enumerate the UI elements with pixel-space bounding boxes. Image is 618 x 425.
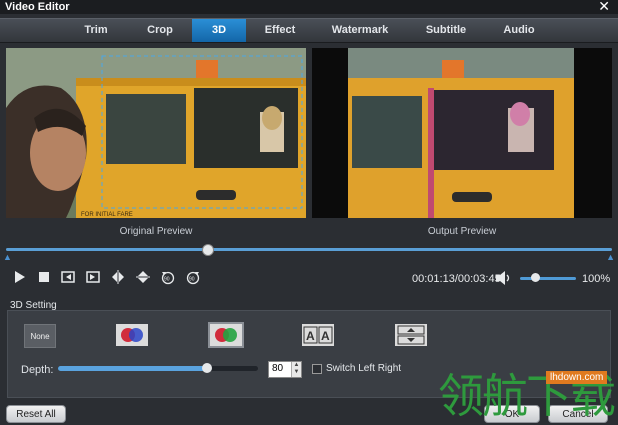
timeline-playhead[interactable] <box>202 244 214 256</box>
timeline-slider[interactable]: ▲ ▲ <box>3 244 615 262</box>
svg-text:90: 90 <box>164 277 170 283</box>
side-by-side-icon: AA <box>302 324 334 346</box>
tab-3d[interactable]: 3D <box>192 19 246 42</box>
mode-none-button[interactable]: None <box>24 324 56 348</box>
stepper-arrows-icon[interactable]: ▲ ▼ <box>291 362 301 377</box>
mode-side-by-side-button[interactable]: AA <box>302 324 334 346</box>
svg-text:90: 90 <box>189 277 195 283</box>
flip-horizontal-icon[interactable] <box>108 267 128 287</box>
reset-all-button[interactable]: Reset All <box>6 405 66 423</box>
svg-text:A: A <box>321 329 330 343</box>
tab-trim[interactable]: Trim <box>68 19 124 42</box>
tab-effect[interactable]: Effect <box>252 19 308 42</box>
depth-slider-knob[interactable] <box>202 363 212 373</box>
tab-audio[interactable]: Audio <box>492 19 546 42</box>
mode-anaglyph-red-green-button[interactable] <box>208 322 244 348</box>
volume-percent: 100% <box>582 273 611 285</box>
taxi-sign-text: FOR INITIAL FARE <box>81 212 133 218</box>
volume-slider[interactable] <box>520 277 576 280</box>
top-bottom-icon <box>395 324 427 346</box>
timecode: 00:01:13/00:03:45 <box>412 273 501 285</box>
anaglyph-red-blue-icon <box>116 324 148 346</box>
svg-text:A: A <box>306 329 315 343</box>
trim-end-marker-icon[interactable]: ▲ <box>606 252 615 262</box>
depth-slider-fill <box>58 366 206 371</box>
output-video-frame <box>312 48 612 218</box>
tab-subtitle[interactable]: Subtitle <box>414 19 478 42</box>
tab-bar: Trim Crop 3D Effect Watermark Subtitle A… <box>0 18 618 43</box>
tab-crop[interactable]: Crop <box>132 19 188 42</box>
original-video-frame: FOR INITIAL FARE <box>6 48 306 218</box>
depth-slider[interactable] <box>58 363 258 373</box>
output-preview <box>312 48 612 218</box>
output-preview-label: Output Preview <box>427 226 497 237</box>
anaglyph-red-green-icon <box>210 324 242 346</box>
next-frame-icon[interactable] <box>83 267 103 287</box>
switch-left-right-checkbox[interactable] <box>312 364 322 374</box>
rotate-right-90-icon[interactable]: 90 <box>183 267 203 287</box>
stop-icon[interactable] <box>34 267 54 287</box>
volume-slider-knob[interactable] <box>531 273 540 282</box>
title-bar: Video Editor ✕ <box>0 0 618 14</box>
window-title: Video Editor <box>5 1 70 13</box>
depth-stepper[interactable]: 80 ▲ ▼ <box>268 361 302 378</box>
original-preview-label: Original Preview <box>119 226 193 237</box>
flip-vertical-icon[interactable] <box>133 267 153 287</box>
play-icon[interactable] <box>9 267 29 287</box>
original-preview[interactable]: FOR INITIAL FARE <box>6 48 306 218</box>
mode-anaglyph-red-blue-button[interactable] <box>116 324 148 346</box>
depth-label: Depth: <box>21 364 54 376</box>
close-icon[interactable]: ✕ <box>598 0 610 15</box>
site-watermark-url: lhdown.com <box>546 371 608 384</box>
volume-icon[interactable] <box>495 270 513 286</box>
trim-start-marker-icon[interactable]: ▲ <box>3 252 12 262</box>
timeline-track <box>6 248 612 251</box>
previous-frame-icon[interactable] <box>58 267 78 287</box>
tab-watermark[interactable]: Watermark <box>318 19 402 42</box>
mode-top-bottom-button[interactable] <box>395 324 427 346</box>
rotate-left-90-icon[interactable]: 90 <box>158 267 178 287</box>
depth-value[interactable]: 80 <box>272 363 283 374</box>
switch-left-right-label: Switch Left Right <box>326 363 402 374</box>
